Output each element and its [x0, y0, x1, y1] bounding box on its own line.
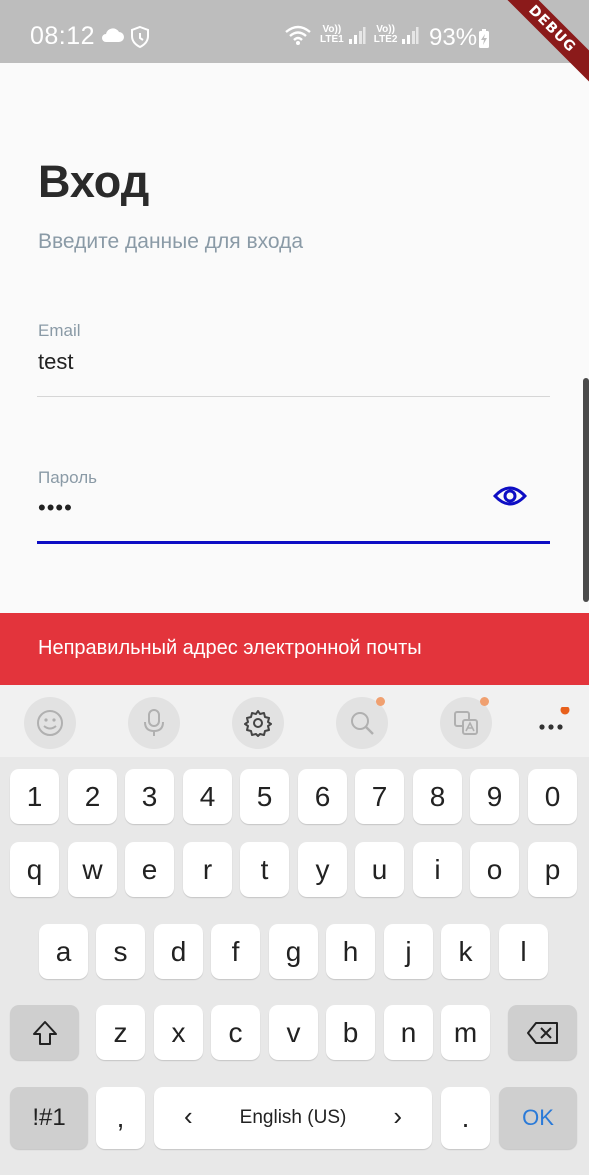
key-2[interactable]: 2	[68, 769, 117, 824]
wifi-icon	[285, 25, 311, 45]
key-n[interactable]: n	[384, 1005, 433, 1060]
keyboard-toolbar	[0, 685, 589, 757]
ok-label: OK	[522, 1105, 554, 1130]
language-next-icon[interactable]: ›	[393, 1101, 402, 1132]
search-button[interactable]	[336, 697, 388, 749]
backspace-icon	[526, 1021, 558, 1044]
shield-icon	[131, 25, 149, 49]
key-b[interactable]: b	[326, 1005, 375, 1060]
status-time: 08:12	[30, 22, 96, 50]
comma-key[interactable]: ,	[96, 1087, 145, 1149]
key-u[interactable]: u	[355, 842, 404, 897]
key-6[interactable]: 6	[298, 769, 347, 824]
key-r[interactable]: r	[183, 842, 232, 897]
key-8[interactable]: 8	[413, 769, 462, 824]
password-underline	[37, 541, 550, 544]
signal-icon	[402, 27, 419, 44]
key-m[interactable]: m	[441, 1005, 490, 1060]
more-icon	[539, 705, 570, 730]
notification-dot	[376, 697, 385, 706]
password-value[interactable]: ••••	[38, 495, 73, 521]
period-key[interactable]: .	[441, 1087, 490, 1149]
key-3[interactable]: 3	[125, 769, 174, 824]
symbols-key[interactable]: !#1	[10, 1087, 88, 1149]
key-w[interactable]: w	[68, 842, 117, 897]
key-z[interactable]: z	[96, 1005, 145, 1060]
more-options-button[interactable]	[534, 705, 570, 743]
translate-button[interactable]	[440, 697, 492, 749]
language-prev-icon[interactable]: ‹	[184, 1101, 193, 1132]
ok-key[interactable]: OK	[499, 1087, 577, 1149]
spacebar-key[interactable]: ‹ English (US) ›	[154, 1087, 432, 1149]
key-k[interactable]: k	[441, 924, 490, 979]
search-icon	[351, 712, 374, 735]
eye-icon[interactable]	[493, 482, 527, 510]
key-j[interactable]: j	[384, 924, 433, 979]
status-bar: 08:12 Vo)) LTE1 Vo)) LTE2 93% DEBUG	[0, 0, 589, 90]
key-7[interactable]: 7	[355, 769, 404, 824]
debug-ribbon: DEBUG	[491, 0, 589, 90]
battery-percent: 93%	[429, 24, 478, 51]
key-0[interactable]: 0	[528, 769, 577, 824]
language-label: English (US)	[239, 1107, 347, 1128]
snackbar-message: Неправильный адрес электронной почты	[38, 637, 422, 659]
gear-icon	[244, 710, 272, 737]
cloud-icon	[102, 28, 124, 42]
key-t[interactable]: t	[240, 842, 289, 897]
shift-key[interactable]	[10, 1005, 79, 1060]
keyboard-settings-button[interactable]	[232, 697, 284, 749]
backspace-key[interactable]	[508, 1005, 577, 1060]
keyboard: 1 2 3 4 5 6 7 8 9 0 q w e r t y u i o p …	[0, 685, 589, 1175]
key-f[interactable]: f	[211, 924, 260, 979]
key-i[interactable]: i	[413, 842, 462, 897]
page-title: Вход	[38, 156, 150, 207]
email-label: Email	[38, 321, 81, 340]
microphone-icon	[144, 709, 164, 736]
key-c[interactable]: c	[211, 1005, 260, 1060]
key-4[interactable]: 4	[183, 769, 232, 824]
key-e[interactable]: e	[125, 842, 174, 897]
emoji-icon	[37, 710, 63, 736]
key-o[interactable]: o	[470, 842, 519, 897]
key-q[interactable]: q	[10, 842, 59, 897]
notification-dot	[480, 697, 489, 706]
battery-charging-icon	[479, 29, 489, 48]
emoji-button[interactable]	[24, 697, 76, 749]
error-snackbar: Неправильный адрес электронной почты	[0, 613, 589, 685]
email-value[interactable]: test	[38, 349, 73, 375]
page-subtitle: Введите данные для входа	[38, 230, 304, 253]
lte1-indicator: Vo)) LTE1	[320, 24, 344, 45]
key-g[interactable]: g	[269, 924, 318, 979]
key-l[interactable]: l	[499, 924, 548, 979]
keyboard-keys: 1 2 3 4 5 6 7 8 9 0 q w e r t y u i o p …	[0, 757, 589, 1175]
status-icons: Vo)) LTE1 Vo)) LTE2	[284, 24, 419, 46]
email-underline	[37, 396, 550, 397]
shift-icon	[32, 1020, 57, 1045]
key-v[interactable]: v	[269, 1005, 318, 1060]
key-1[interactable]: 1	[10, 769, 59, 824]
key-s[interactable]: s	[96, 924, 145, 979]
key-x[interactable]: x	[154, 1005, 203, 1060]
key-a[interactable]: a	[39, 924, 88, 979]
key-y[interactable]: y	[298, 842, 347, 897]
lte2-indicator: Vo)) LTE2	[373, 24, 398, 45]
key-p[interactable]: p	[528, 842, 577, 897]
key-9[interactable]: 9	[470, 769, 519, 824]
scrollbar[interactable]	[583, 378, 589, 602]
key-h[interactable]: h	[326, 924, 375, 979]
key-d[interactable]: d	[154, 924, 203, 979]
voice-input-button[interactable]	[128, 697, 180, 749]
translate-icon	[454, 711, 478, 735]
signal-icon	[348, 27, 366, 44]
password-label: Пароль	[38, 468, 97, 487]
key-5[interactable]: 5	[240, 769, 289, 824]
